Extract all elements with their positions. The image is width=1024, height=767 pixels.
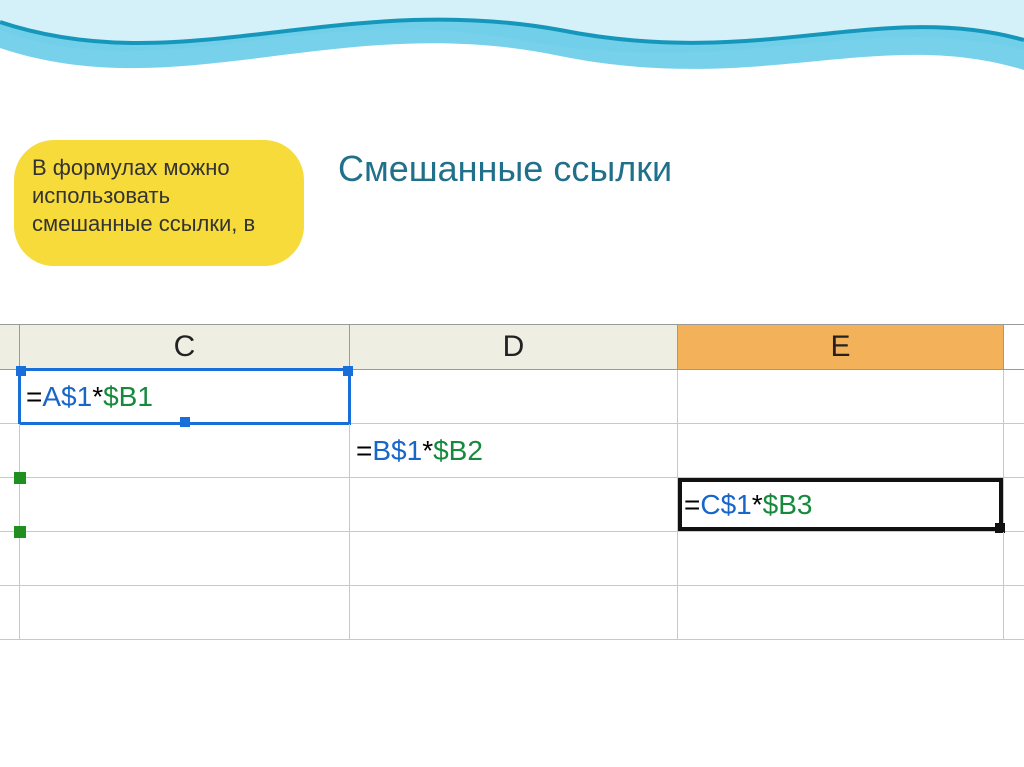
formula-op: * [422,435,433,466]
cell-d4[interactable] [350,532,678,585]
cell-c2[interactable] [20,424,350,477]
cell-c4[interactable] [20,532,350,585]
cell-d2[interactable]: =B$1*$B2 [350,424,678,477]
formula-text: =B$1*$B2 [356,435,483,467]
callout-box: В формулах можно использовать смешанные … [14,140,304,266]
cell-d5[interactable] [350,586,678,639]
row-gutter [0,586,20,639]
cell-c1[interactable]: =A$1*$B1 [20,370,350,423]
formula-text: =C$1*$B3 [684,489,812,521]
formula-ref1: B$1 [372,435,422,466]
decorative-wave [0,0,1024,120]
selection-outline [18,368,351,425]
column-header-e[interactable]: E [678,325,1004,369]
grid-row: =B$1*$B2 [0,424,1024,478]
cell-d1[interactable] [350,370,678,423]
cell-e5[interactable] [678,586,1004,639]
slide-title: Смешанные ссылки [338,148,672,190]
grid-row: =C$1*$B3 [0,478,1024,532]
cell-c5[interactable] [20,586,350,639]
spreadsheet-view: C D E =A$1*$B1 [0,324,1024,640]
cell-e2[interactable] [678,424,1004,477]
grid-row [0,586,1024,640]
cell-e3[interactable]: =C$1*$B3 [678,478,1004,531]
row-gutter [0,532,20,585]
formula-ref2: $B3 [763,489,813,520]
callout-text: В формулах можно использовать смешанные … [32,155,255,236]
row-gutter [0,424,20,477]
column-header-c[interactable]: C [20,325,350,369]
column-header-d[interactable]: D [350,325,678,369]
selection-handle[interactable] [16,366,26,376]
formula-eq: = [356,435,372,466]
formula-ref1: C$1 [700,489,751,520]
header-gutter [0,325,20,369]
formula-op: * [752,489,763,520]
cell-e1[interactable] [678,370,1004,423]
cell-e4[interactable] [678,532,1004,585]
presentation-slide: В формулах можно использовать смешанные … [0,0,1024,767]
row-gutter [0,370,20,423]
row-gutter [0,478,20,531]
cell-c3[interactable] [20,478,350,531]
formula-eq: = [684,489,700,520]
formula-ref2: $B2 [433,435,483,466]
grid-row: =A$1*$B1 [0,370,1024,424]
grid-row [0,532,1024,586]
cell-d3[interactable] [350,478,678,531]
column-header-row: C D E [0,324,1024,370]
